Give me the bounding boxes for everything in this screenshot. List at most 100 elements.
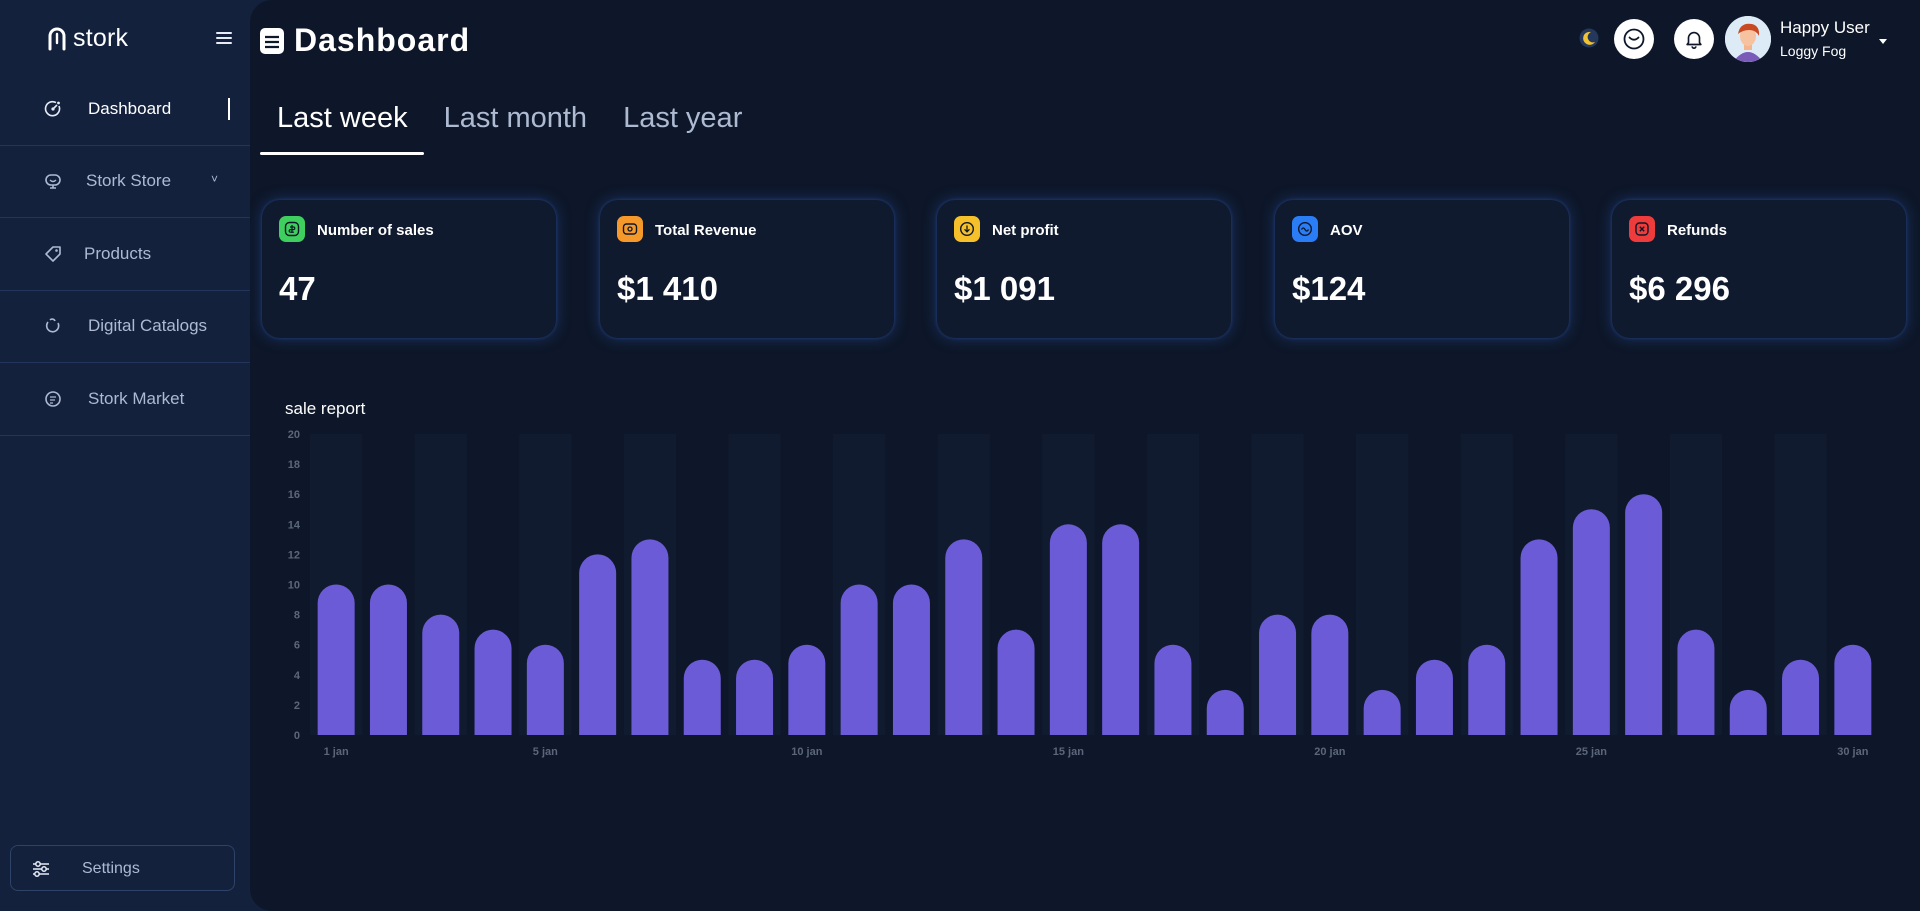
- sidebar-item-products[interactable]: Products: [0, 218, 250, 291]
- main-content: Dashboard Happy User Loggy Fog Last week…: [250, 0, 1920, 911]
- stat-card-net-profit[interactable]: Net profit $1 091: [937, 200, 1231, 338]
- sidebar-item-stork-store[interactable]: Stork Store ˅: [0, 146, 250, 218]
- smile-icon: [1623, 28, 1645, 50]
- moon-icon[interactable]: [1579, 28, 1599, 48]
- tab-last-year[interactable]: Last year: [606, 96, 758, 155]
- y-tick-label: 10: [288, 580, 300, 592]
- tab-last-month[interactable]: Last month: [427, 96, 603, 155]
- menu-toggle-icon[interactable]: [216, 32, 232, 46]
- x-tick-label: 5 jan: [533, 746, 558, 758]
- chart-bar[interactable]: [1311, 614, 1349, 735]
- sidebar-item-label: Stork Market: [88, 388, 185, 408]
- notification-button[interactable]: [1674, 19, 1714, 59]
- sidebar: stork Dashboard Stork Store ˅ Products D…: [0, 0, 250, 911]
- chart-bar[interactable]: [317, 584, 355, 736]
- sidebar-item-dashboard[interactable]: Dashboard: [0, 73, 250, 146]
- stat-cards: Number of sales 47 Total Revenue $1 410 …: [262, 200, 1910, 338]
- logo[interactable]: stork: [47, 24, 128, 53]
- chart-bar[interactable]: [1049, 524, 1087, 735]
- y-tick-label: 4: [294, 670, 301, 682]
- page-header: Dashboard: [260, 22, 470, 59]
- chart-bar[interactable]: [369, 584, 407, 736]
- chart-bar[interactable]: [788, 644, 826, 735]
- y-tick-label: 12: [288, 549, 300, 561]
- chart-bar[interactable]: [1415, 659, 1453, 735]
- chart-bar[interactable]: [1677, 629, 1715, 735]
- chart-bar[interactable]: [1729, 689, 1767, 735]
- dashboard-icon: [44, 100, 61, 117]
- chart-bar[interactable]: [840, 584, 878, 736]
- stat-label: Net profit: [992, 222, 1059, 239]
- y-tick-label: 20: [288, 429, 300, 441]
- refund-icon: [1629, 216, 1655, 242]
- user-avatar-icon: [1725, 16, 1771, 62]
- logo-text: stork: [73, 24, 129, 52]
- user-menu-caret-icon[interactable]: [1879, 39, 1887, 44]
- dollar-icon: [279, 216, 305, 242]
- stat-value: $1 410: [617, 270, 718, 307]
- y-tick-label: 16: [288, 489, 300, 501]
- chart-bar[interactable]: [1363, 689, 1401, 735]
- chart-bar[interactable]: [1782, 659, 1820, 735]
- stat-card-sales[interactable]: Number of sales 47: [262, 200, 556, 338]
- chart-bar[interactable]: [1102, 524, 1140, 735]
- x-tick-label: 20 jan: [1314, 746, 1345, 758]
- y-tick-label: 14: [288, 519, 301, 531]
- chart-bar[interactable]: [1520, 539, 1558, 735]
- user-name[interactable]: Happy User: [1780, 18, 1870, 38]
- y-tick-label: 0: [294, 730, 300, 742]
- y-tick-label: 2: [294, 700, 300, 712]
- chart-bar[interactable]: [1834, 644, 1872, 735]
- x-tick-label: 10 jan: [791, 746, 822, 758]
- chart-title: sale report: [285, 399, 366, 418]
- catalog-icon: [45, 318, 60, 333]
- chart-bar[interactable]: [1468, 644, 1506, 735]
- stat-label: Total Revenue: [655, 222, 757, 239]
- chart-bar[interactable]: [1259, 614, 1297, 735]
- y-tick-label: 6: [294, 640, 300, 652]
- tab-last-week[interactable]: Last week: [260, 96, 424, 155]
- stat-value: 47: [279, 270, 316, 307]
- chart-bar[interactable]: [1572, 509, 1610, 735]
- settings-button[interactable]: Settings: [10, 845, 235, 891]
- avatar[interactable]: [1725, 16, 1771, 62]
- active-indicator: [228, 98, 230, 120]
- sidebar-item-label: Stork Store: [86, 171, 172, 191]
- chart-bar[interactable]: [997, 629, 1035, 735]
- x-tick-label: 25 jan: [1576, 746, 1607, 758]
- sidebar-item-stork-market[interactable]: Stork Market: [0, 363, 250, 436]
- stat-card-revenue[interactable]: Total Revenue $1 410: [600, 200, 894, 338]
- stat-card-aov[interactable]: AOV $124: [1275, 200, 1569, 338]
- download-icon: [954, 216, 980, 242]
- chart-bar[interactable]: [683, 659, 721, 735]
- x-tick-label: 30 jan: [1837, 746, 1868, 758]
- x-tick-label: 1 jan: [324, 746, 349, 758]
- grid-band: [1356, 434, 1409, 735]
- smile-button[interactable]: [1614, 19, 1654, 59]
- stat-label: Number of sales: [317, 222, 434, 239]
- chart-bar[interactable]: [474, 629, 512, 735]
- chart-bar[interactable]: [1625, 494, 1663, 735]
- stat-card-refunds[interactable]: Refunds $6 296: [1612, 200, 1906, 338]
- chart-bar[interactable]: [945, 539, 983, 735]
- sidebar-item-label: Products: [84, 243, 152, 263]
- chart-bar[interactable]: [892, 584, 930, 736]
- chart-bar[interactable]: [1206, 689, 1244, 735]
- chart-bar[interactable]: [736, 659, 774, 735]
- document-icon: [260, 27, 284, 54]
- chart-bar[interactable]: [422, 614, 460, 735]
- stat-label: Refunds: [1667, 222, 1727, 239]
- chart-bar[interactable]: [579, 554, 617, 735]
- chart-bar[interactable]: [526, 644, 564, 735]
- aov-icon: [1292, 216, 1318, 242]
- sidebar-nav: Dashboard Stork Store ˅ Products Digital…: [0, 73, 250, 436]
- sidebar-item-digital-catalogs[interactable]: Digital Catalogs: [0, 291, 250, 363]
- chart-bar[interactable]: [631, 539, 669, 735]
- store-icon: [45, 174, 61, 190]
- chart-bar[interactable]: [1154, 644, 1192, 735]
- y-tick-label: 8: [294, 610, 300, 622]
- stork-logo-icon: [48, 27, 66, 50]
- sliders-icon: [33, 861, 49, 877]
- chevron-down-icon[interactable]: ˅: [211, 172, 218, 186]
- y-tick-label: 18: [288, 459, 300, 471]
